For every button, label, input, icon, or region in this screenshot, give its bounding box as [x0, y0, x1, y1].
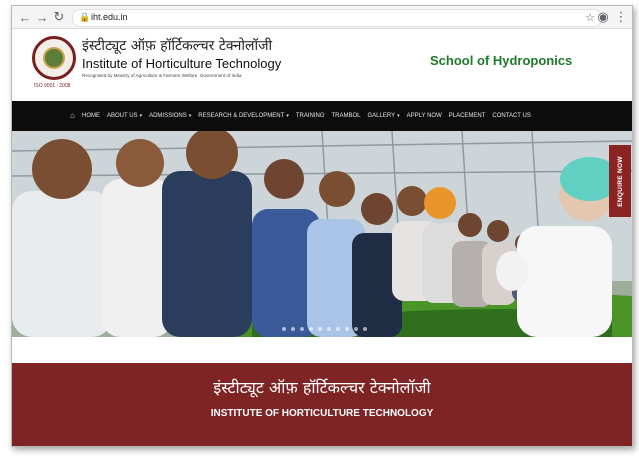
nav-item-training[interactable]: TRAINING [296, 113, 325, 119]
enquire-now-button[interactable]: ENQUIRE NOW [609, 145, 631, 217]
slider-dot[interactable] [282, 327, 286, 331]
home-icon[interactable]: ⌂ [70, 111, 75, 120]
recognition-text: Recognised by Ministry of Agriculture & … [82, 73, 242, 78]
enquire-now-label: ENQUIRE NOW [616, 155, 624, 207]
institute-logo[interactable] [32, 36, 76, 80]
chevron-down-icon[interactable]: ▾ [397, 113, 400, 119]
nav-item-gallery[interactable]: GALLERY [368, 113, 396, 119]
browser-window: ← → ↻ 🔒 iht.edu.in ☆ ◉ ⋮ ISO 9001 : 2008… [11, 5, 633, 447]
chevron-down-icon[interactable]: ▾ [140, 113, 143, 119]
extension-icon[interactable]: ◉ [595, 9, 611, 25]
chevron-down-icon[interactable]: ▾ [286, 113, 289, 119]
nav-item-admissions[interactable]: ADMISSIONS [149, 113, 187, 119]
institute-banner: इंस्टीट्यूट ऑफ़ हॉर्टिकल्चर टेक्नोलॉजी I… [12, 363, 632, 446]
nav-item-home[interactable]: HOME [82, 113, 100, 119]
menu-icon[interactable]: ⋮ [613, 9, 629, 25]
slider-dot[interactable] [336, 327, 340, 331]
slider-dot[interactable] [327, 327, 331, 331]
nav-item-research-development[interactable]: RESEARCH & DEVELOPMENT [198, 113, 284, 119]
chevron-down-icon[interactable]: ▾ [189, 113, 192, 119]
school-title: School of Hydroponics [430, 53, 573, 68]
nav-item-contact-us[interactable]: CONTACT US [492, 113, 530, 119]
hero-slider[interactable] [12, 131, 632, 337]
slider-dot[interactable] [318, 327, 322, 331]
logo-caption: ISO 9001 : 2008 [34, 83, 71, 89]
back-icon[interactable]: ← [17, 9, 33, 25]
bookmark-star-icon[interactable]: ☆ [585, 11, 595, 24]
browser-toolbar: ← → ↻ 🔒 iht.edu.in ☆ ◉ ⋮ [12, 6, 632, 29]
slider-dot[interactable] [300, 327, 304, 331]
url-text: iht.edu.in [91, 12, 128, 22]
greenhouse-image [12, 131, 632, 337]
slider-dots[interactable] [282, 327, 367, 331]
forward-icon[interactable]: → [34, 9, 50, 25]
slider-dot[interactable] [354, 327, 358, 331]
nav-item-about-us[interactable]: ABOUT US [107, 113, 138, 119]
institute-name-english: Institute of Horticulture Technology [82, 56, 282, 71]
banner-title-english: INSTITUTE OF HORTICULTURE TECHNOLOGY [210, 408, 434, 419]
slider-dot[interactable] [345, 327, 349, 331]
nav-item-placement[interactable]: PLACEMENT [449, 113, 486, 119]
site-header: ISO 9001 : 2008 इंस्टीट्यूट ऑफ़ हॉर्टिकल… [12, 29, 632, 101]
slider-dot[interactable] [309, 327, 313, 331]
nav-item-apply-now[interactable]: APPLY NOW [407, 113, 442, 119]
nav-items: HOME ABOUT US ▾ ADMISSIONS ▾ RESEARCH & DEVEL… [82, 101, 531, 131]
main-nav: ⌂ HOME ABOUT US ▾ ADMISSIONS ▾ RESEARCH & DEV… [12, 101, 632, 131]
slider-dot[interactable] [291, 327, 295, 331]
reload-icon[interactable]: ↻ [51, 9, 67, 25]
institute-name-hindi: इंस्टीट्यूट ऑफ़ हॉर्टिकल्चर टेक्नोलॉजी [82, 38, 273, 54]
banner-title-hindi: इंस्टीट्यूट ऑफ़ हॉर्टिकल्चर टेक्नोलॉजी [213, 378, 431, 397]
address-bar[interactable]: 🔒 iht.edu.in ☆ [72, 9, 602, 27]
lock-icon: 🔒 [79, 12, 91, 22]
nav-item-trambol[interactable]: TRAMBOL [332, 113, 361, 119]
slider-dot[interactable] [363, 327, 367, 331]
